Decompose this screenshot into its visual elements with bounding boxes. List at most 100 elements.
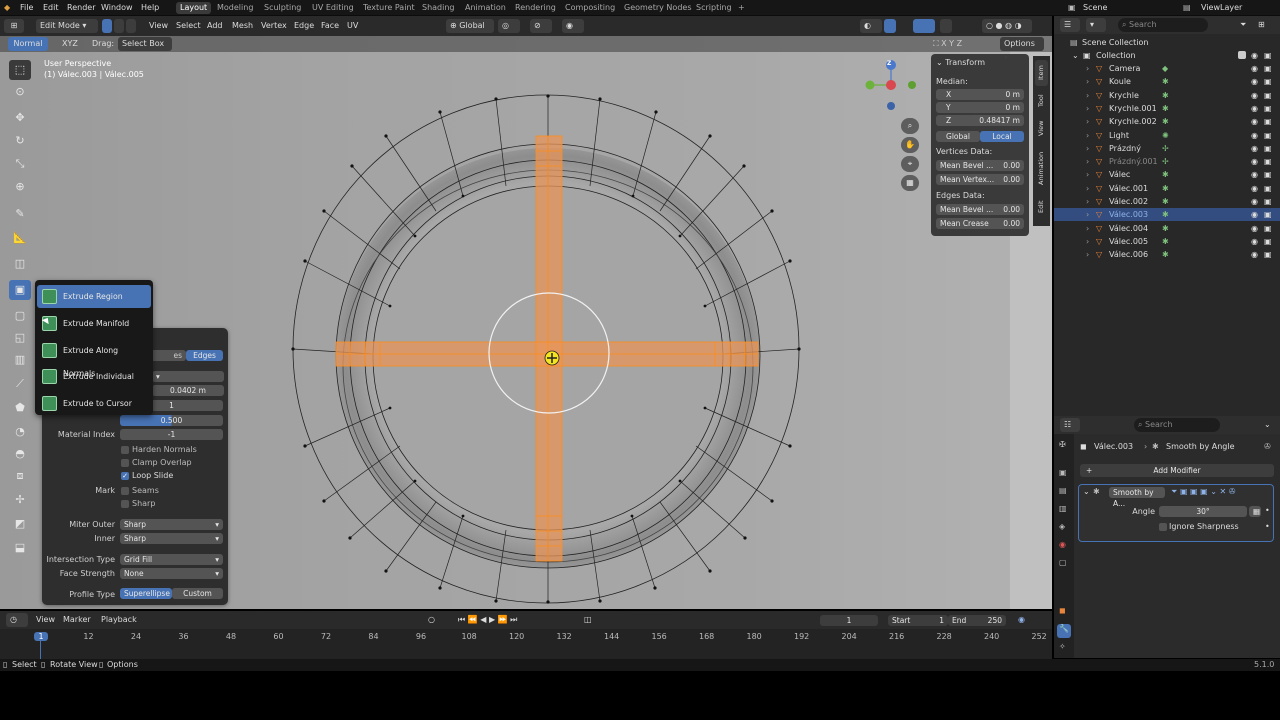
- render-camera-icon[interactable]: ▣: [1264, 208, 1272, 221]
- visibility-eye-icon[interactable]: ◉: [1251, 115, 1258, 128]
- cursor-tool-icon[interactable]: ⊙: [9, 82, 31, 102]
- expand-arrow-icon[interactable]: ›: [1086, 248, 1089, 261]
- scene-tab-icon[interactable]: ◈: [1059, 522, 1065, 531]
- workspace-tab-layout[interactable]: Layout: [176, 2, 212, 14]
- inset-faces-tool-icon[interactable]: ▢: [9, 306, 31, 326]
- outliner-row[interactable]: › ▽ Prázdný ✢ ◉ ▣: [1054, 142, 1280, 155]
- miter-outer-dropdown[interactable]: Sharp ▾: [120, 519, 223, 530]
- add-cube-tool-icon[interactable]: ◫: [9, 254, 31, 274]
- expand-arrow-icon[interactable]: ›: [1086, 89, 1089, 102]
- knife-tool-icon[interactable]: ⟋: [9, 374, 31, 394]
- expand-arrow-icon[interactable]: ›: [1086, 142, 1089, 155]
- pan-hand-icon[interactable]: ✋: [901, 137, 919, 153]
- object-data-icon[interactable]: ◆: [1162, 62, 1168, 75]
- add-workspace-button[interactable]: +: [738, 3, 745, 12]
- visibility-eye-icon[interactable]: ◉: [1251, 62, 1258, 75]
- header-menu-add[interactable]: Add: [207, 19, 223, 33]
- miter-inner-dropdown[interactable]: Sharp ▾: [120, 533, 223, 544]
- median-x-field[interactable]: X 0 m: [936, 89, 1024, 100]
- workspace-tab-compositing[interactable]: Compositing: [565, 3, 615, 12]
- render-camera-icon[interactable]: ▣: [1264, 155, 1272, 168]
- mode-selector[interactable]: Edit Mode ▾: [36, 19, 98, 33]
- global-toggle[interactable]: Global: [936, 131, 980, 142]
- move-tool-icon[interactable]: ✥: [9, 108, 31, 128]
- object-data-icon[interactable]: ✱: [1162, 168, 1169, 181]
- start-frame-field[interactable]: Start 1: [888, 615, 948, 626]
- scale-tool-icon[interactable]: ⤡: [9, 154, 31, 174]
- camera-view-icon[interactable]: ⌖: [901, 156, 919, 172]
- perspective-toggle-icon[interactable]: ▦: [901, 175, 919, 191]
- expand-arrow-icon[interactable]: ›: [1086, 182, 1089, 195]
- angle-field[interactable]: 30°: [1159, 506, 1247, 517]
- bevel-amount-field[interactable]: 0.0402 m: [152, 385, 224, 396]
- menu-render[interactable]: Render: [67, 3, 95, 12]
- face-select-icon[interactable]: [126, 19, 136, 33]
- measure-tool-icon[interactable]: 📐: [9, 228, 31, 248]
- visibility-eye-icon[interactable]: ◉: [1251, 129, 1258, 142]
- workspace-tab-animation[interactable]: Animation: [465, 3, 506, 12]
- expand-arrow-icon[interactable]: ›: [1086, 75, 1089, 88]
- expand-arrow-icon[interactable]: ›: [1086, 222, 1089, 235]
- display-mode-icon[interactable]: ▾: [1086, 18, 1106, 32]
- profile-custom-button[interactable]: Custom: [172, 588, 223, 599]
- intersection-type-dropdown[interactable]: Grid Fill ▾: [120, 554, 223, 565]
- header-menu-mesh[interactable]: Mesh: [232, 19, 253, 33]
- edge-select-icon[interactable]: [114, 19, 124, 33]
- expand-arrow-icon[interactable]: ›: [1086, 155, 1089, 168]
- visibility-eye-icon[interactable]: ◉: [1251, 155, 1258, 168]
- workspace-tab-rendering[interactable]: Rendering: [515, 3, 556, 12]
- transform-title[interactable]: ⌄ Transform: [936, 58, 985, 67]
- outliner-row[interactable]: › ▽ Válec.003 ✱ ◉ ▣: [1054, 208, 1280, 222]
- workspace-tab-scripting[interactable]: Scripting: [696, 3, 732, 12]
- record-icon[interactable]: ○: [428, 613, 435, 627]
- object-data-icon[interactable]: ✱: [1162, 182, 1169, 195]
- menu-edit[interactable]: Edit: [43, 3, 59, 12]
- outliner-row[interactable]: › ▽ Válec.002 ✱ ◉ ▣: [1054, 195, 1280, 208]
- workspace-tab-sculpting[interactable]: Sculpting: [264, 3, 301, 12]
- menu-file[interactable]: File: [20, 3, 33, 12]
- properties-search-input[interactable]: ⌕ Search: [1134, 418, 1220, 432]
- median-y-field[interactable]: Y 0 m: [936, 102, 1024, 113]
- object-data-icon[interactable]: ✱: [1162, 248, 1169, 261]
- zoom-icon[interactable]: ⌕: [901, 118, 919, 134]
- object-data-icon[interactable]: ✢: [1162, 142, 1169, 155]
- outliner-row[interactable]: › ▽ Koule ✱ ◉ ▣: [1054, 75, 1280, 88]
- mean-bevel-vertex-field[interactable]: Mean Bevel ... 0.00: [936, 160, 1024, 171]
- options-dropdown[interactable]: Options ▾: [1000, 37, 1044, 62]
- visibility-eye-icon[interactable]: ◉: [1251, 235, 1258, 248]
- workspace-tab-geometry-nodes[interactable]: Geometry Nodes: [624, 3, 691, 12]
- profile-superellipse-button[interactable]: Superellipse: [120, 588, 172, 599]
- object-data-icon[interactable]: ✱: [1162, 89, 1169, 102]
- render-camera-icon[interactable]: ▣: [1264, 102, 1272, 115]
- object-tab-icon[interactable]: ◼: [1059, 606, 1066, 615]
- new-collection-icon[interactable]: ⊞: [1258, 18, 1265, 32]
- render-camera-icon[interactable]: ▣: [1264, 129, 1272, 142]
- outliner-row[interactable]: › ▽ Krychle ✱ ◉ ▣: [1054, 89, 1280, 102]
- transform-orientation[interactable]: ⊕ Global: [446, 19, 494, 33]
- median-z-field[interactable]: Z 0.48417 m: [936, 115, 1024, 126]
- outliner-editor-icon[interactable]: ☰: [1060, 18, 1080, 32]
- tool-tab-icon[interactable]: ✠: [1059, 440, 1066, 449]
- object-data-icon[interactable]: ✱: [1162, 222, 1169, 235]
- tab-tool[interactable]: Tool: [1035, 90, 1048, 112]
- expand-arrow-icon[interactable]: ›: [1086, 102, 1089, 115]
- extrude-to-cursor-item[interactable]: Extrude to Cursor: [37, 392, 151, 415]
- outliner-row[interactable]: › ▽ Krychle.001 ✱ ◉ ▣: [1054, 102, 1280, 115]
- visibility-eye-icon[interactable]: ◉: [1251, 102, 1258, 115]
- outliner-row-collection[interactable]: ⌄ ▣ Collection ◉ ▣: [1054, 49, 1280, 62]
- xray-icon[interactable]: [940, 19, 952, 33]
- render-camera-icon[interactable]: ▣: [1264, 182, 1272, 195]
- expand-arrow-icon[interactable]: ›: [1086, 115, 1089, 128]
- visibility-eye-icon[interactable]: ◉: [1251, 222, 1258, 235]
- visibility-icon[interactable]: ◐: [860, 19, 882, 33]
- object-data-icon[interactable]: ✱: [1162, 195, 1169, 208]
- blender-logo-icon[interactable]: ◆: [4, 3, 10, 12]
- timeline-editor-icon[interactable]: ◷: [6, 613, 28, 627]
- header-menu-view[interactable]: View: [149, 19, 168, 33]
- drag-select-dropdown[interactable]: Select Box: [118, 37, 172, 51]
- vertex-select-icon[interactable]: [102, 19, 112, 33]
- menu-help[interactable]: Help: [141, 3, 159, 12]
- menu-window[interactable]: Window: [101, 3, 133, 12]
- tab-view[interactable]: View: [1035, 116, 1048, 140]
- exclude-checkbox[interactable]: [1238, 51, 1246, 59]
